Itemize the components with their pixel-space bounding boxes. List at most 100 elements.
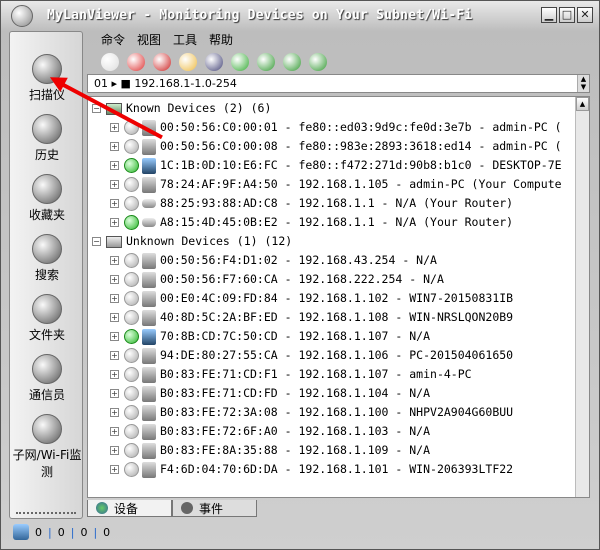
computer-icon bbox=[142, 328, 156, 345]
menu-item[interactable]: 工具 bbox=[173, 31, 197, 48]
expand-toggle[interactable]: + bbox=[110, 427, 119, 436]
sidebar-item[interactable]: 搜索 bbox=[10, 234, 84, 283]
expand-toggle[interactable]: + bbox=[110, 465, 119, 474]
device-text: B0:83:FE:71:CD:F1 - 192.168.1.107 - amin… bbox=[160, 367, 472, 381]
expand-toggle[interactable]: + bbox=[110, 199, 119, 208]
expand-toggle[interactable]: + bbox=[110, 446, 119, 455]
expand-toggle[interactable]: + bbox=[110, 142, 119, 151]
tree-group[interactable]: − Unknown Devices (1) (12) bbox=[92, 232, 292, 251]
collapse-toggle[interactable]: − bbox=[92, 237, 101, 246]
expand-toggle[interactable]: + bbox=[110, 256, 119, 265]
computer-icon bbox=[142, 271, 156, 288]
status-separator: | bbox=[70, 525, 75, 539]
device-row[interactable]: + B0:83:FE:71:CD:FD - 192.168.1.104 - N/A bbox=[110, 384, 430, 403]
device-row[interactable]: + F4:6D:04:70:6D:DA - 192.168.1.101 - WIN… bbox=[110, 460, 513, 479]
device-row[interactable]: +00:50:56:F4:D1:02 - 192.168.43.254 - N/… bbox=[110, 251, 437, 270]
offline-status-icon bbox=[124, 367, 139, 382]
expand-toggle[interactable]: + bbox=[110, 313, 119, 322]
expand-toggle[interactable]: + bbox=[110, 389, 119, 398]
tab-events[interactable]: 事件 bbox=[172, 500, 257, 517]
group-icon bbox=[106, 235, 122, 248]
forward-icon[interactable] bbox=[283, 53, 301, 71]
menu-item[interactable]: 命令 bbox=[101, 31, 125, 48]
refresh-icon[interactable] bbox=[309, 53, 327, 71]
scan-status-icon bbox=[13, 524, 29, 540]
globe-icon bbox=[96, 502, 108, 514]
sidebar-grip[interactable] bbox=[16, 512, 76, 514]
expand-toggle[interactable]: + bbox=[110, 294, 119, 303]
expand-toggle[interactable]: + bbox=[110, 408, 119, 417]
folder-icon[interactable] bbox=[179, 53, 197, 71]
expand-toggle[interactable]: + bbox=[110, 180, 119, 189]
address-field[interactable]: 01 ▸ ■ 192.168.1-1.0-254 ▲ ▼ bbox=[87, 74, 590, 93]
favorites-icon bbox=[32, 174, 62, 204]
scroll-up-button[interactable]: ▲ bbox=[576, 97, 589, 111]
device-row[interactable]: +00:50:56:F7:60:CA - 192.168.222.254 - N… bbox=[110, 270, 444, 289]
vertical-scrollbar[interactable]: ▲ bbox=[575, 97, 589, 497]
expand-toggle[interactable]: + bbox=[110, 218, 119, 227]
sidebar-item[interactable]: 文件夹 bbox=[10, 294, 84, 343]
maximize-button[interactable]: □ bbox=[559, 7, 575, 23]
window-title: MyLanViewer - Monitoring Devices on Your… bbox=[47, 8, 473, 23]
device-row[interactable]: +70:8B:CD:7C:50:CD - 192.168.1.107 - N/A bbox=[110, 327, 430, 346]
device-row[interactable]: + A8:15:4D:45:0B:E2 - 192.168.1.1 - N/A (… bbox=[110, 213, 513, 232]
device-text: F4:6D:04:70:6D:DA - 192.168.1.101 - WIN-… bbox=[160, 462, 514, 476]
device-row[interactable]: +40:8D:5C:2A:BF:ED - 192.168.1.108 - WIN… bbox=[110, 308, 513, 327]
sidebar-item[interactable]: 子网/Wi-Fi监测 bbox=[10, 414, 84, 480]
delete-icon[interactable] bbox=[153, 53, 171, 71]
minimize-button[interactable]: ▁ bbox=[541, 7, 557, 23]
computer-icon bbox=[142, 347, 156, 364]
expand-toggle[interactable]: + bbox=[110, 351, 119, 360]
offline-status-icon bbox=[124, 443, 139, 458]
computer-icon bbox=[142, 138, 156, 155]
expand-toggle[interactable]: + bbox=[110, 370, 119, 379]
device-row[interactable]: +00:50:56:C0:00:08 - fe80::983e:2893:361… bbox=[110, 137, 562, 156]
offline-status-icon bbox=[124, 310, 139, 325]
search-icon[interactable] bbox=[231, 53, 249, 71]
menu-item[interactable]: 视图 bbox=[137, 31, 161, 48]
status-count: 0 bbox=[57, 525, 65, 539]
offline-status-icon bbox=[124, 196, 139, 211]
save-icon[interactable] bbox=[205, 53, 223, 71]
sidebar: 扫描仪历史收藏夹搜索文件夹通信员子网/Wi-Fi监测 bbox=[9, 31, 83, 519]
spinner-button[interactable]: ▲ ▼ bbox=[577, 75, 589, 92]
router-icon bbox=[142, 199, 156, 208]
expand-toggle[interactable]: + bbox=[110, 161, 119, 170]
sidebar-item[interactable]: 收藏夹 bbox=[10, 174, 84, 223]
device-row[interactable]: + B0:83:FE:72:6F:A0 - 192.168.1.103 - N/A bbox=[110, 422, 430, 441]
menu-item[interactable]: 帮助 bbox=[209, 31, 233, 48]
device-text: 00:50:56:F4:D1:02 - 192.168.43.254 - N/A bbox=[160, 253, 437, 267]
folder-icon bbox=[32, 294, 62, 324]
device-row[interactable]: +88:25:93:88:AD:C8 - 192.168.1.1 - N/A (… bbox=[110, 194, 513, 213]
expand-toggle[interactable]: + bbox=[110, 123, 119, 132]
device-row[interactable]: +00:50:56:C0:00:01 - fe80::ed03:9d9c:fe0… bbox=[110, 118, 562, 137]
device-row[interactable]: +00:E0:4C:09:FD:84 - 192.168.1.102 - WIN… bbox=[110, 289, 513, 308]
device-row[interactable]: + B0:83:FE:8A:35:88 - 192.168.1.109 - N/A bbox=[110, 441, 430, 460]
computer-icon bbox=[142, 366, 156, 383]
sidebar-item[interactable]: 历史 bbox=[10, 114, 84, 163]
import-icon[interactable] bbox=[101, 53, 119, 71]
stop-icon[interactable] bbox=[127, 53, 145, 71]
expand-toggle[interactable]: + bbox=[110, 275, 119, 284]
device-text: B0:83:FE:72:6F:A0 - 192.168.1.103 - N/A bbox=[160, 424, 431, 438]
back-icon[interactable] bbox=[257, 53, 275, 71]
status-separator: | bbox=[48, 525, 52, 539]
device-row[interactable]: + B0:83:FE:71:CD:F1 - 192.168.1.107 - ami… bbox=[110, 365, 472, 384]
status-separator: | bbox=[93, 525, 98, 539]
tab-devices[interactable]: 设备 bbox=[87, 500, 172, 517]
expand-toggle[interactable]: + bbox=[110, 332, 119, 341]
status-count: 0 bbox=[103, 525, 111, 539]
device-row[interactable]: +1C:1B:0D:10:E6:FC - fe80::f472:271d:90b… bbox=[110, 156, 562, 175]
device-text: 40:8D:5C:2A:BF:ED - 192.168.1.108 - WIN-… bbox=[160, 310, 514, 324]
computer-icon bbox=[142, 309, 156, 326]
device-row[interactable]: +78:24:AF:9F:A4:50 - 192.168.1.105 - adm… bbox=[110, 175, 562, 194]
sidebar-item[interactable]: 扫描仪 bbox=[10, 54, 84, 103]
computer-icon bbox=[142, 461, 156, 478]
sidebar-item[interactable]: 通信员 bbox=[10, 354, 84, 403]
close-button[interactable]: ✕ bbox=[577, 7, 593, 23]
device-row[interactable]: +94:DE:80:27:55:CA - 192.168.1.106 - PC-… bbox=[110, 346, 513, 365]
computer-icon bbox=[142, 423, 156, 440]
device-text: 88:25:93:88:AD:C8 - 192.168.1.1 - N/A (Y… bbox=[160, 196, 514, 210]
sidebar-item-label: 子网/Wi-Fi监测 bbox=[12, 448, 82, 479]
device-row[interactable]: + B0:83:FE:72:3A:08 - 192.168.1.100 - NHP… bbox=[110, 403, 513, 422]
